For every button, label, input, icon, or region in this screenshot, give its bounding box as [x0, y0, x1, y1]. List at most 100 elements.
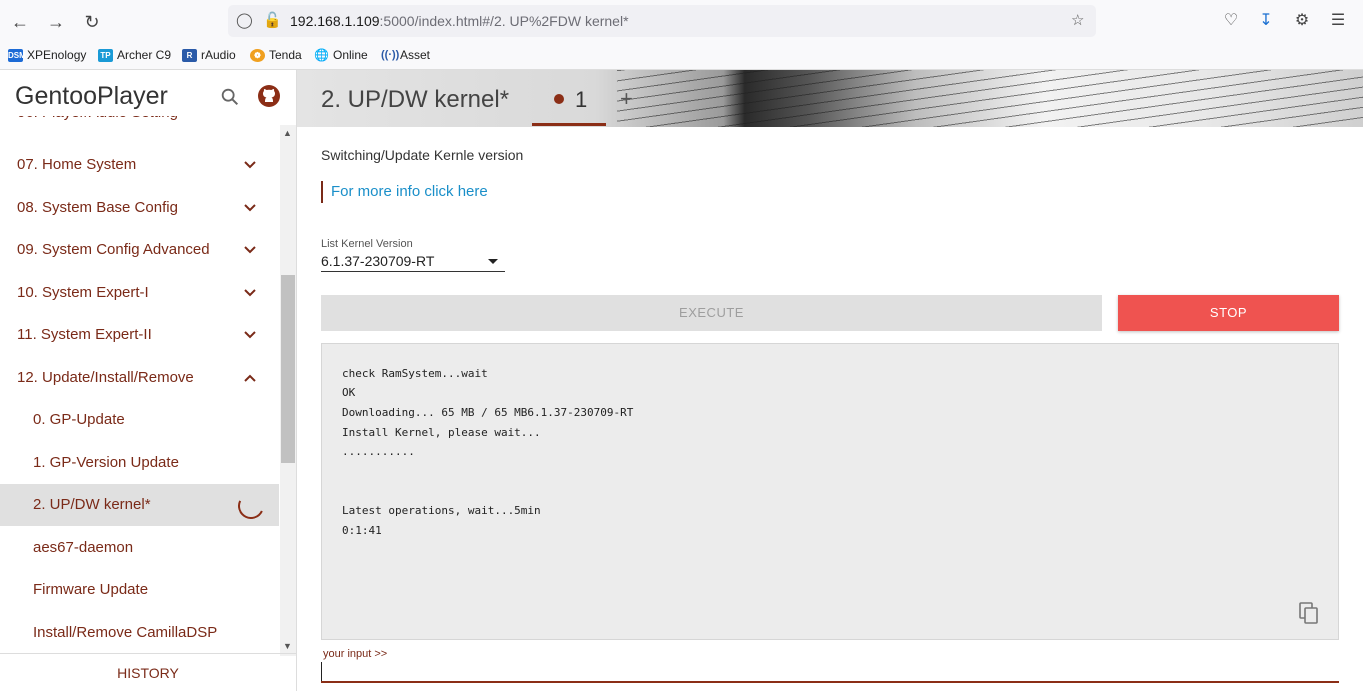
bookmark-raudio[interactable]: RrAudio — [182, 48, 236, 62]
sidebar-item-label: Firmware Update — [33, 581, 149, 598]
tplink-icon: TP — [98, 48, 113, 62]
scroll-thumb[interactable] — [281, 275, 295, 463]
history-button[interactable]: HISTORY — [0, 653, 296, 691]
sidebar-item-label: 2. UP/DW kernel* — [33, 496, 151, 513]
search-icon[interactable] — [219, 86, 241, 108]
brand-title: GentooPlayer — [15, 82, 168, 110]
chevron-down-icon — [244, 289, 256, 297]
sidebar-item-label: 12. Update/Install/Remove — [17, 369, 194, 386]
bookmark-xpenology[interactable]: DSM XPEnology — [8, 48, 86, 62]
sidebar-item-audio-setting[interactable]: 06. Player/Audio Setting — [0, 116, 279, 134]
copy-icon[interactable] — [1298, 601, 1320, 625]
url-path: :5000/index.html#/2. UP%2FDW kernel* — [379, 13, 629, 29]
kernel-select-label: List Kernel Version — [321, 238, 413, 250]
sidebar-menu: 06. Player/Audio Setting 07. Home System… — [0, 116, 279, 656]
sidebar-item-label: 07. Home System — [17, 156, 137, 173]
github-icon[interactable] — [257, 84, 281, 108]
chevron-down-icon — [244, 331, 256, 339]
header-banner: 2. UP/DW kernel* 1 + — [297, 70, 1363, 127]
bookmark-label: Archer C9 — [117, 48, 172, 62]
sidebar-item-expert-1[interactable]: 10. System Expert-I — [0, 272, 279, 314]
add-tab-button[interactable]: + — [620, 86, 633, 112]
bookmark-tenda[interactable]: ❁ Tenda — [250, 48, 302, 62]
sidebar-item-label: 06. Player/Audio Setting — [17, 116, 178, 134]
chevron-down-icon — [244, 204, 256, 212]
console-line: Install Kernel, please wait... — [342, 426, 541, 439]
sidebar-item-home-system[interactable]: 07. Home System — [0, 144, 279, 186]
sidebar-item-label: 1. GP-Version Update — [33, 454, 179, 471]
bookmark-label: rAudio — [201, 48, 236, 62]
lock-icon[interactable]: 🔓 — [263, 11, 282, 29]
download-icon[interactable]: ↧ — [1255, 10, 1277, 30]
sidebar-item-base-config[interactable]: 08. System Base Config — [0, 187, 279, 229]
shield-icon[interactable]: ◯ — [236, 11, 253, 29]
sidebar-subitem-gp-version-update[interactable]: 1. GP-Version Update — [0, 442, 279, 484]
page-description: Switching/Update Kernle version — [321, 147, 524, 163]
sidebar-subitem-camilladsp[interactable]: Install/Remove CamillaDSP — [0, 612, 279, 654]
sidebar-item-label: Install/Remove CamillaDSP — [33, 624, 218, 641]
globe-icon: 🌐 — [314, 47, 329, 62]
scroll-down-icon[interactable]: ▼ — [283, 641, 292, 651]
dsm-icon: DSM — [8, 48, 26, 62]
console-line: 0:1:41 — [342, 524, 382, 537]
console-line: Downloading... 65 MB / 65 MB6.1.37-23070… — [342, 406, 634, 419]
main-panel: 2. UP/DW kernel* 1 + Switching/Update Ke… — [297, 70, 1363, 691]
bookmark-archer[interactable]: TP Archer C9 — [98, 48, 171, 62]
sidebar-item-label: 10. System Expert-I — [17, 284, 149, 301]
sidebar-item-update-install[interactable]: 12. Update/Install/Remove — [0, 357, 279, 399]
kernel-select-value: 6.1.37-230709-RT — [321, 253, 435, 269]
sidebar-item-label: 0. GP-Update — [33, 411, 125, 428]
console-line: Latest operations, wait...5min — [342, 504, 541, 517]
wave-icon: ((·)) — [381, 48, 400, 61]
pocket-icon[interactable]: ♡ — [1220, 10, 1242, 30]
url-text[interactable]: 192.168.1.109:5000/index.html#/2. UP%2FD… — [290, 13, 629, 29]
address-bar[interactable]: ◯ 🔓 192.168.1.109:5000/index.html#/2. UP… — [228, 5, 1096, 37]
loading-spinner-icon — [234, 489, 268, 523]
chevron-down-icon — [244, 246, 256, 254]
scroll-up-icon[interactable]: ▲ — [283, 128, 292, 138]
sidebar-scrollbar[interactable]: ▲ ▼ — [280, 125, 296, 656]
more-info-link[interactable]: For more info click here — [321, 181, 488, 203]
console-line: check RamSystem...wait — [342, 367, 488, 380]
menu-icon[interactable]: ☰ — [1327, 10, 1349, 30]
console-output: check RamSystem...wait OK Downloading...… — [321, 343, 1339, 640]
sheet-music-background — [617, 70, 1363, 127]
browser-toolbar: ← → ↻ ◯ 🔓 192.168.1.109:5000/index.html#… — [0, 0, 1363, 44]
forward-icon[interactable]: → — [44, 10, 68, 34]
kernel-version-select[interactable]: 6.1.37-230709-RT — [321, 251, 505, 272]
extensions-icon[interactable]: ⚙ — [1291, 10, 1313, 30]
sidebar-subitem-kernel[interactable]: 2. UP/DW kernel* — [0, 484, 279, 526]
console-line: OK — [342, 386, 356, 399]
dropdown-arrow-icon — [488, 259, 498, 264]
command-input[interactable] — [321, 661, 1339, 683]
console-line: ........... — [342, 445, 415, 458]
back-icon[interactable]: ← — [8, 10, 32, 34]
sidebar-subitem-gp-update[interactable]: 0. GP-Update — [0, 399, 279, 441]
chevron-down-icon — [244, 161, 256, 169]
bookmark-asset[interactable]: ((·)) Asset — [381, 48, 430, 62]
sidebar-item-label: aes67-daemon — [33, 539, 134, 556]
stop-button[interactable]: STOP — [1118, 295, 1339, 331]
sidebar-item-label: 08. System Base Config — [17, 199, 178, 216]
tab-active-indicator — [532, 123, 606, 126]
bookmark-star-icon[interactable]: ☆ — [1071, 11, 1084, 29]
reload-icon[interactable]: ↻ — [80, 10, 104, 34]
execute-button[interactable]: EXECUTE — [321, 295, 1102, 331]
bookmark-online[interactable]: 🌐 Online — [314, 48, 368, 62]
tenda-icon: ❁ — [250, 48, 265, 62]
sidebar: GentooPlayer 06. Player/Audio Setting 07… — [0, 70, 297, 691]
sidebar-subitem-firmware[interactable]: Firmware Update — [0, 569, 279, 611]
bookmark-label: Online — [333, 48, 368, 62]
sidebar-item-expert-2[interactable]: 11. System Expert-II — [0, 314, 279, 356]
sidebar-item-label: 11. System Expert-II — [17, 326, 152, 343]
command-input-label: your input >> — [323, 648, 388, 660]
sidebar-item-config-advanced[interactable]: 09. System Config Advanced — [0, 229, 279, 271]
sidebar-item-label: 09. System Config Advanced — [17, 241, 210, 258]
tab-1[interactable]: 1 — [532, 70, 606, 127]
bookmark-label: Tenda — [269, 48, 302, 62]
tab-label: 1 — [575, 87, 588, 112]
tab-status-dot-icon — [554, 94, 564, 104]
url-host: 192.168.1.109 — [290, 13, 380, 29]
text-cursor — [321, 662, 322, 681]
sidebar-subitem-aes67[interactable]: aes67-daemon — [0, 527, 279, 569]
